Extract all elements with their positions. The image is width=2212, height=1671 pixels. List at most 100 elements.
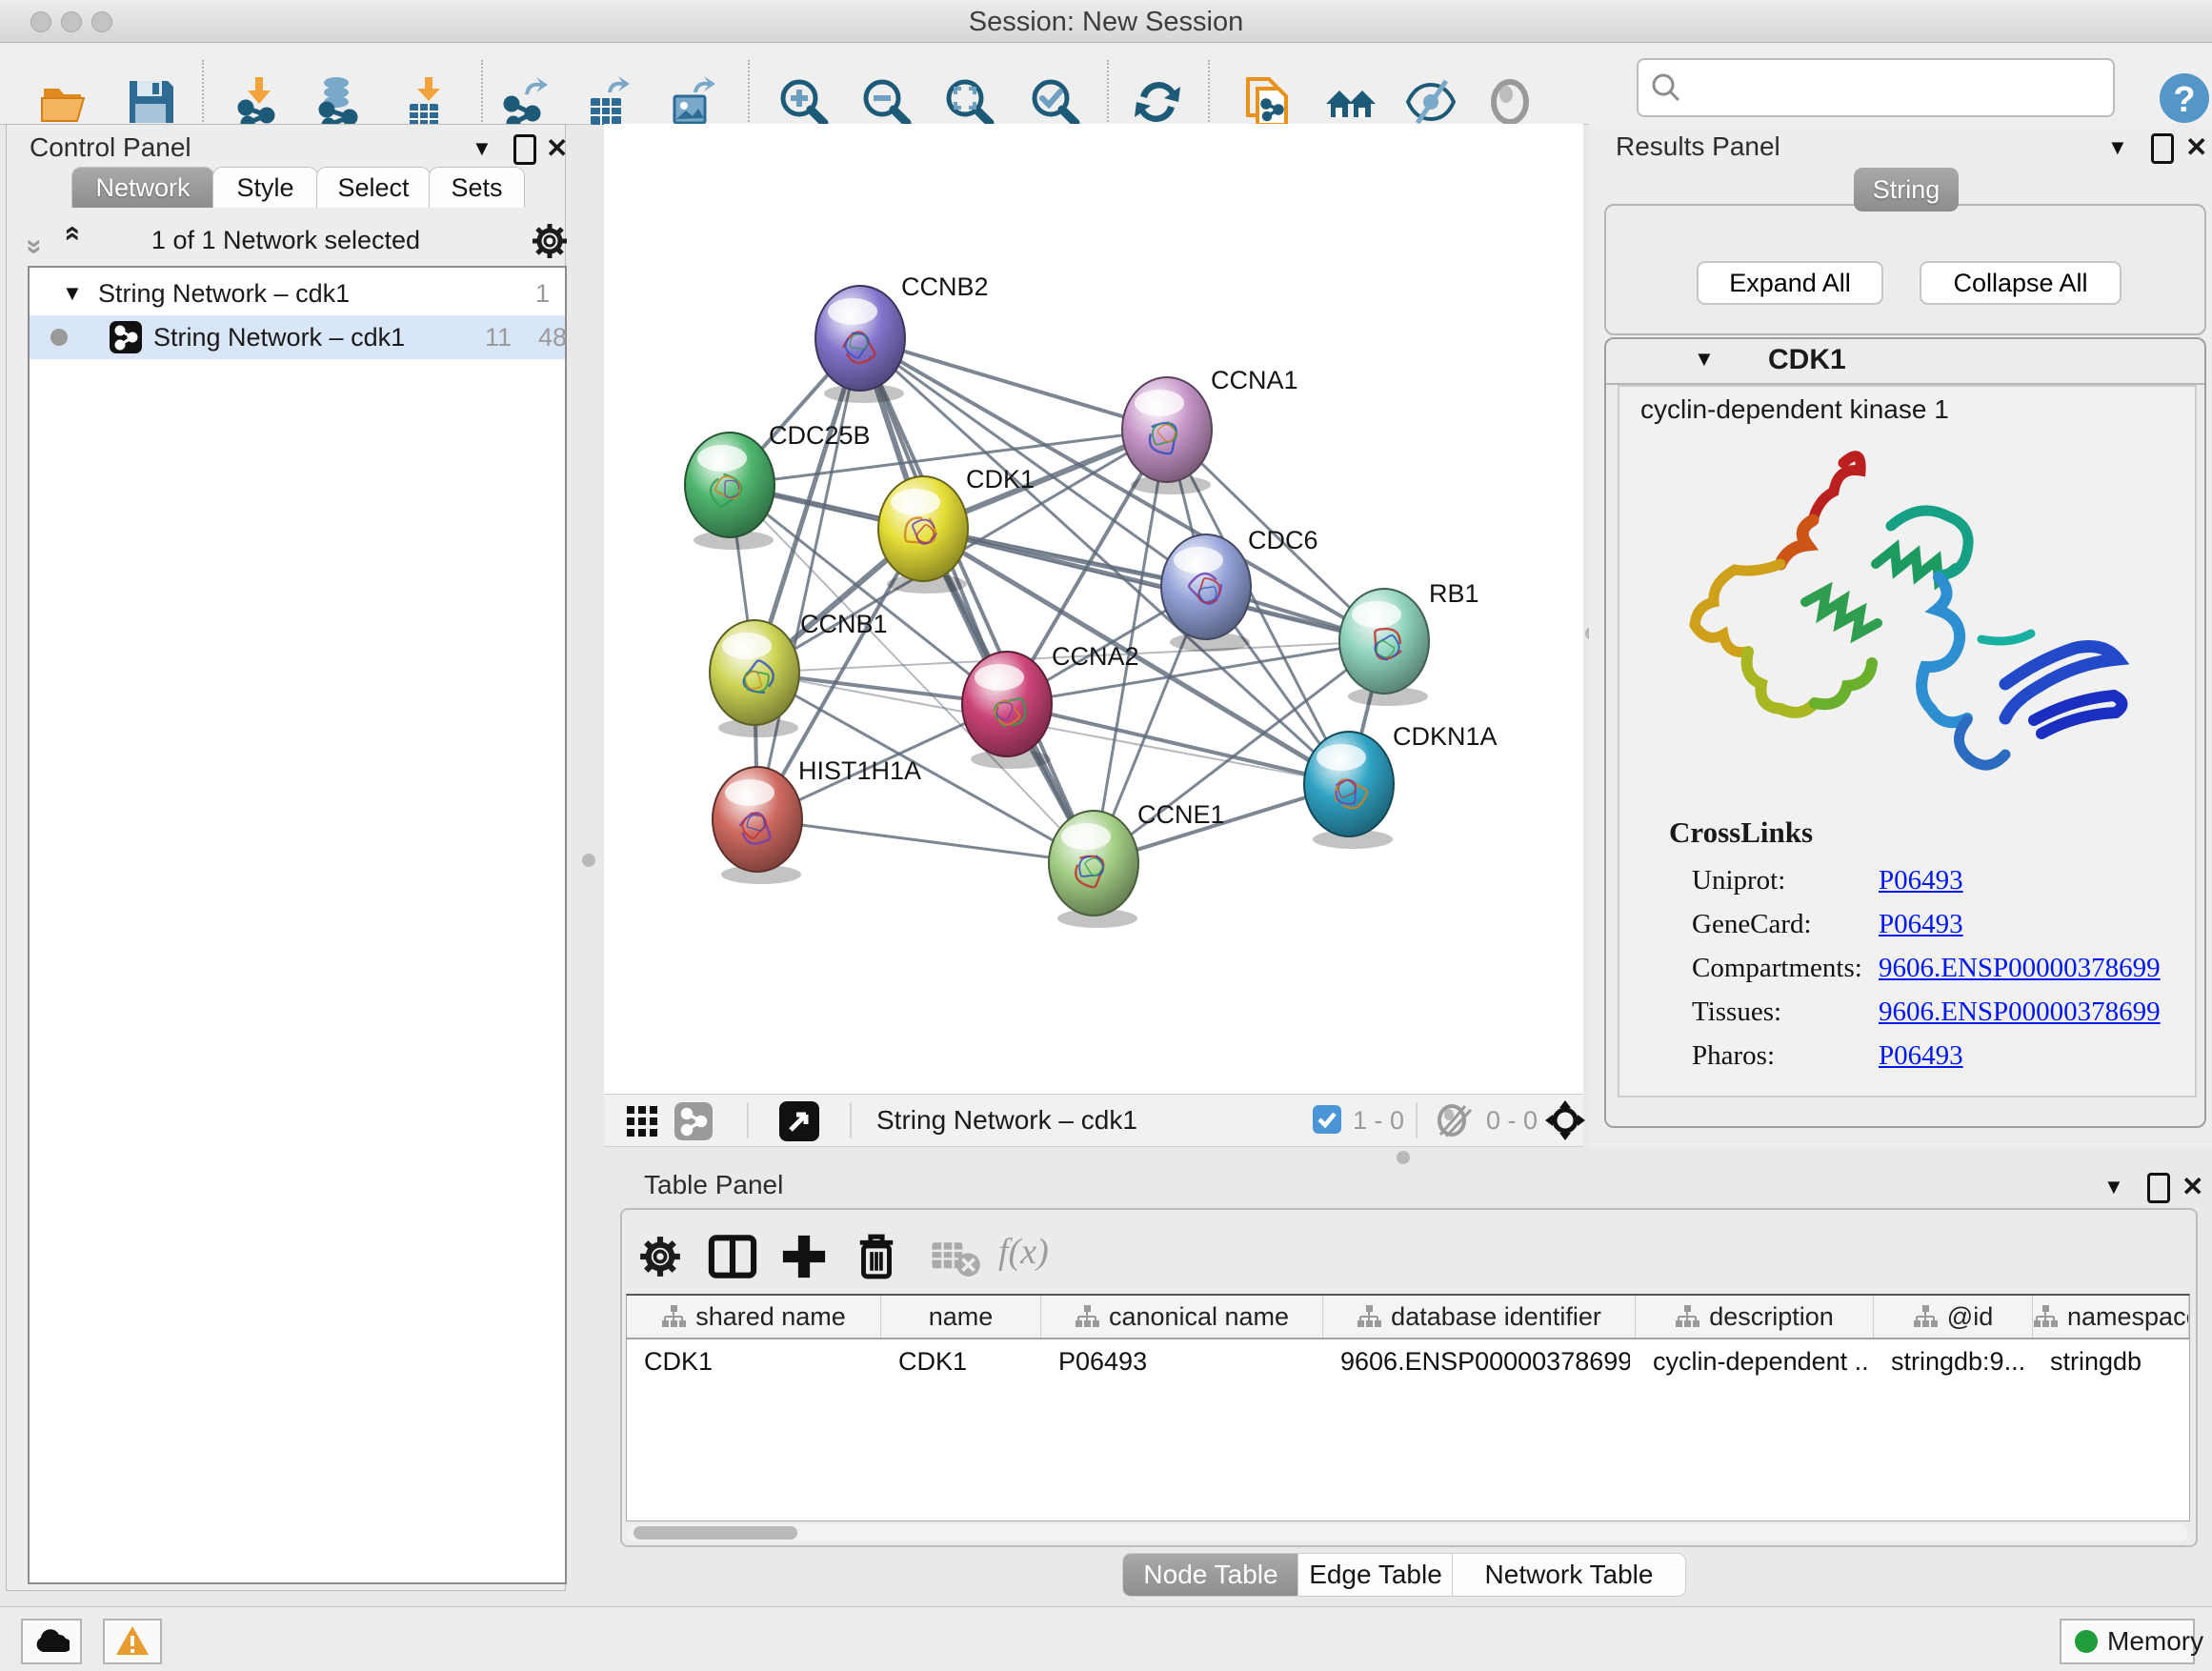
results-panel-close-icon[interactable]: ✕	[2185, 131, 2207, 163]
birds-eye-view-icon[interactable]	[627, 1106, 659, 1138]
control-panel-close-icon[interactable]: ✕	[546, 132, 568, 164]
network-canvas[interactable]: CCNB2CCNA1CDC25BCDK1CDC6RB1CCNB1CCNA2CDK…	[604, 124, 1583, 1094]
edge-CCNA2-CDKN1A[interactable]	[1007, 704, 1349, 784]
selected-checkbox-icon[interactable]	[1313, 1105, 1341, 1134]
node-CDC25B[interactable]: CDC25B	[685, 421, 871, 550]
crosslink-link[interactable]: P06493	[1879, 1040, 1963, 1072]
control-panel-float-icon[interactable]: ▼	[472, 136, 493, 161]
open-session-icon[interactable]	[38, 75, 91, 129]
cloud-status-button[interactable]	[21, 1619, 82, 1664]
crosslink-link[interactable]: 9606.ENSP00000378699	[1879, 953, 2161, 984]
table-cell[interactable]: CDK1	[644, 1341, 875, 1381]
column-header-canonical-name[interactable]: canonical name	[1041, 1296, 1323, 1338]
import-network-file-icon[interactable]	[232, 75, 286, 129]
edge-CCNB2-HIST1H1A[interactable]	[757, 338, 860, 819]
import-network-database-icon[interactable]	[312, 75, 365, 129]
zoom-selected-icon[interactable]	[1028, 75, 1081, 129]
protein-structure-image	[1648, 434, 2162, 815]
table-panel-maximize-icon[interactable]	[2147, 1173, 2170, 1203]
export-image-icon[interactable]	[667, 75, 720, 129]
table-header-row: shared namenamecanonical namedatabase id…	[627, 1296, 2189, 1339]
tab-style[interactable]: Style	[212, 167, 318, 208]
control-panel-tabs: NetworkStyleSelectSets	[7, 167, 565, 209]
hide-panel-eye-icon[interactable]	[1404, 75, 1458, 129]
hidden-eye-slash-icon[interactable]	[1433, 1104, 1477, 1137]
crosslink-link[interactable]: P06493	[1879, 909, 1963, 940]
node-CCNB2[interactable]: CCNB2	[815, 272, 989, 403]
export-network-icon[interactable]	[500, 75, 553, 129]
table-cell[interactable]: P06493	[1058, 1341, 1317, 1381]
column-header-name[interactable]: name	[881, 1296, 1041, 1338]
table-horizontal-scrollbar[interactable]	[626, 1524, 2188, 1541]
network-selection-status: 1 of 1 Network selected	[7, 226, 565, 255]
eye-icon[interactable]	[1483, 75, 1537, 129]
column-header--id[interactable]: @id	[1874, 1296, 2033, 1338]
table-cell[interactable]: stringdb:9...	[1891, 1341, 2027, 1381]
column-header-database-identifier[interactable]: database identifier	[1323, 1296, 1636, 1338]
table-panel-float-icon[interactable]: ▼	[2103, 1175, 2124, 1199]
search-input[interactable]	[1688, 66, 2101, 106]
edge-HIST1H1A-CCNE1[interactable]	[757, 819, 1094, 863]
search-icon	[1650, 71, 1682, 104]
results-panel-float-icon[interactable]: ▼	[2107, 135, 2128, 160]
help-icon[interactable]: ?	[2158, 71, 2211, 125]
node-RB1[interactable]: RB1	[1339, 579, 1479, 706]
clipboard-network-icon[interactable]	[1240, 75, 1294, 129]
table-panel-close-icon[interactable]: ✕	[2182, 1171, 2203, 1202]
table-cell[interactable]: CDK1	[898, 1341, 1036, 1381]
crosslink-link[interactable]: P06493	[1879, 865, 1963, 896]
table-cell[interactable]: cyclin-dependent ...	[1653, 1341, 1868, 1381]
tab-node-table[interactable]: Node Table	[1122, 1553, 1299, 1597]
table-cell[interactable]: stringdb	[2050, 1341, 2183, 1381]
table-settings-gear-icon[interactable]	[634, 1231, 686, 1282]
home-icon[interactable]	[1324, 75, 1377, 129]
tab-network-table[interactable]: Network Table	[1452, 1553, 1686, 1597]
node-CDKN1A[interactable]: CDKN1A	[1304, 722, 1498, 849]
tab-network[interactable]: Network	[71, 167, 214, 208]
show-columns-icon[interactable]	[707, 1231, 758, 1282]
scrollbar-thumb[interactable]	[633, 1526, 797, 1540]
gene-collapse-icon[interactable]: ▼	[1694, 347, 1715, 372]
export-table-icon[interactable]	[583, 75, 636, 129]
network-options-gear-icon[interactable]	[529, 220, 571, 262]
network-graph[interactable]: CCNB2CCNA1CDC25BCDK1CDC6RB1CCNB1CCNA2CDK…	[604, 124, 1583, 1094]
column-header-namespace[interactable]: namespace	[2033, 1296, 2189, 1338]
control-panel-maximize-icon[interactable]	[513, 134, 536, 165]
crosslink-link[interactable]: 9606.ENSP00000378699	[1879, 997, 2161, 1028]
string-panel-toggle-icon[interactable]	[674, 1102, 713, 1140]
collapse-all-button[interactable]: Collapse All	[1920, 261, 2122, 305]
node-HIST1H1A[interactable]: HIST1H1A	[713, 756, 921, 884]
open-in-window-icon[interactable]	[779, 1101, 819, 1141]
expand-all-button[interactable]: Expand All	[1697, 261, 1883, 305]
zoom-fit-icon[interactable]	[942, 75, 995, 129]
apply-layout-refresh-icon[interactable]	[1131, 75, 1184, 129]
add-column-icon[interactable]	[778, 1231, 830, 1282]
delete-column-trash-icon[interactable]	[851, 1231, 902, 1282]
save-session-icon[interactable]	[124, 75, 177, 129]
zoom-in-icon[interactable]	[776, 75, 830, 129]
gene-accordion-header[interactable]: ▼ CDK1	[1606, 339, 2204, 385]
collection-expand-icon[interactable]: ▼	[62, 281, 83, 306]
edge-CCNB2-CCNA1[interactable]	[860, 338, 1167, 430]
bottom-splitter-handle[interactable]	[1397, 1151, 1410, 1164]
warning-status-button[interactable]	[103, 1619, 162, 1664]
column-header-shared-name[interactable]: shared name	[627, 1296, 881, 1338]
selected-count: 1 - 0	[1353, 1106, 1404, 1136]
import-table-file-icon[interactable]	[400, 75, 453, 129]
node-CCNE1[interactable]: CCNE1	[1049, 800, 1225, 928]
network-collection-row[interactable]: ▼ String Network – cdk1 1	[30, 272, 565, 315]
node-CCNA1[interactable]: CCNA1	[1122, 366, 1298, 494]
memory-button[interactable]: Memory	[2060, 1619, 2195, 1664]
zoom-out-icon[interactable]	[859, 75, 913, 129]
left-splitter-handle[interactable]	[582, 854, 595, 867]
table-cell[interactable]: 9606.ENSP00000378699	[1340, 1341, 1630, 1381]
tab-edge-table[interactable]: Edge Table	[1297, 1553, 1454, 1597]
network-tree: ▼ String Network – cdk1 1 String Network…	[28, 266, 567, 1584]
results-panel-maximize-icon[interactable]	[2151, 133, 2174, 164]
tab-sets[interactable]: Sets	[429, 167, 525, 208]
fit-content-crosshair-icon[interactable]	[1545, 1100, 1585, 1140]
column-header-description[interactable]: description	[1636, 1296, 1874, 1338]
network-row[interactable]: String Network – cdk1 11 48	[30, 315, 565, 359]
tab-select[interactable]: Select	[316, 167, 431, 208]
tab-string[interactable]: String	[1854, 168, 1959, 211]
